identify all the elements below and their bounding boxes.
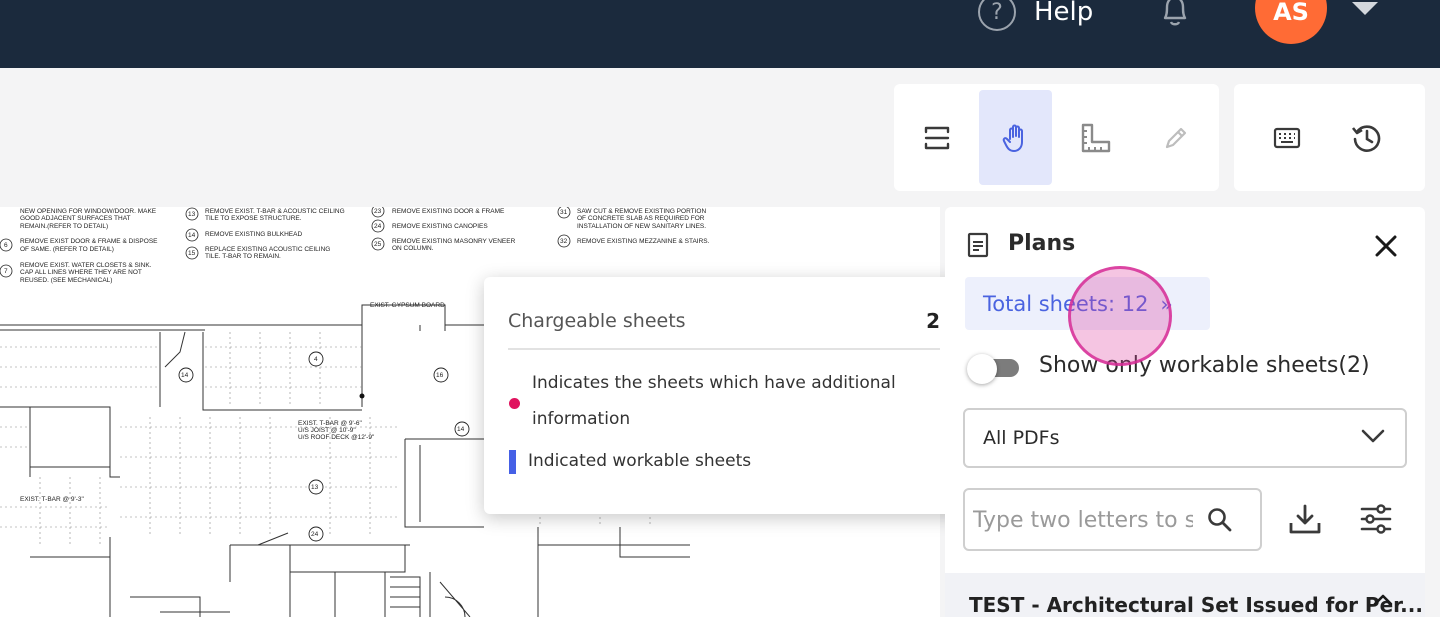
markup-pen-icon	[1165, 127, 1186, 148]
chargeable-sheets-popover: Chargeable sheets 2 Indicates the sheets…	[484, 277, 964, 514]
note-text: REMOVE EXISTING DOOR & FRAME	[392, 208, 505, 215]
note-text: ON COLUMN.	[392, 245, 434, 252]
note-text: OF SAME. (REFER TO DETAIL)	[20, 246, 114, 253]
additional-info-dot-icon	[509, 398, 520, 409]
note-text: REMOVE EXIST DOOR & FRAME & DISPOSE	[20, 238, 158, 245]
note-text: REMOVE EXISTING BULKHEAD	[205, 231, 302, 238]
measure-icon	[1081, 123, 1110, 152]
note-text: CAP ALL LINES WHERE THEY ARE NOT	[20, 269, 142, 276]
note-number: 23	[374, 208, 382, 215]
note-text: REMOVE EXIST. WATER CLOSETS & SINK.	[20, 262, 152, 269]
measure-tool-button[interactable]	[1059, 90, 1132, 185]
note-text: GOOD ADJACENT SURFACES THAT	[20, 215, 131, 222]
help-button[interactable]: ? Help	[978, 0, 1093, 32]
sheet-compare-icon	[924, 126, 949, 149]
note-number: 32	[560, 238, 568, 245]
drawing-tag: 13	[311, 484, 319, 491]
plan-set-header[interactable]: TEST - Architectural Set Issued for Per.…	[945, 573, 1425, 617]
note-text: REMOVE EXISTING CANOPIES	[392, 223, 488, 230]
chevron-up-icon	[1373, 594, 1393, 606]
drawing-tag: 14	[457, 426, 465, 433]
drawing-tag: 4	[314, 356, 318, 363]
popover-title: Chargeable sheets	[508, 310, 686, 332]
plan-set-title: TEST - Architectural Set Issued for Per.…	[969, 593, 1423, 617]
note-text: REUSED. (SEE MECHANICAL)	[20, 277, 112, 284]
search-input[interactable]	[973, 502, 1193, 538]
drawing-label: EXIST. T-BAR @ 9'-6"	[298, 420, 363, 427]
document-icon	[967, 232, 989, 258]
chargeable-count: 2	[926, 309, 940, 333]
bell-icon[interactable]	[1158, 0, 1192, 28]
drawing-tag: 16	[436, 372, 444, 379]
note-text: NEW OPENING FOR WINDOW/DOOR. MAKE	[20, 208, 157, 215]
view-tools-group	[894, 84, 1219, 191]
note-text: REMOVE EXISTING MEZZANINE & STAIRS.	[577, 238, 710, 245]
utility-tools-group	[1234, 84, 1425, 191]
hand-pan-icon	[1002, 124, 1023, 152]
sheet-search-box	[963, 488, 1262, 551]
compare-sheets-button[interactable]	[900, 90, 973, 185]
note-number: 15	[188, 250, 196, 257]
top-navigation-bar: ? Help AS	[0, 0, 1440, 68]
pan-tool-button[interactable]	[979, 90, 1052, 185]
workable-sheets-toggle[interactable]	[967, 354, 1025, 384]
click-highlight	[1068, 266, 1172, 366]
chevron-down-icon[interactable]	[1352, 2, 1378, 15]
note-number: 13	[188, 211, 196, 218]
drawing-label: U/S JOIST @ 10'-9"	[298, 427, 356, 434]
note-text: REMOVE EXIST. T-BAR & ACOUSTIC CEILING	[205, 208, 345, 215]
filter-settings-icon[interactable]	[1359, 503, 1393, 535]
note-text: TILE TO EXPOSE STRUCTURE.	[205, 215, 302, 222]
close-icon[interactable]	[1374, 234, 1398, 258]
note-number: 31	[560, 209, 568, 216]
panel-title: Plans	[1008, 231, 1076, 256]
legend-additional-info: Indicates the sheets which have addition…	[532, 373, 896, 429]
history-button[interactable]	[1330, 90, 1403, 185]
help-label: Help	[1034, 0, 1094, 27]
note-text: REMAIN.(REFER TO DETAIL)	[20, 223, 108, 230]
legend-workable: Indicated workable sheets	[528, 451, 752, 471]
plans-panel: Plans Total sheets: 12 » Show only worka…	[945, 207, 1425, 617]
note-text: REMOVE EXISTING MASONRY VENEER	[392, 238, 516, 245]
divider	[508, 348, 940, 350]
keyboard-icon	[1273, 127, 1300, 148]
drawing-tag: 24	[311, 531, 319, 538]
search-icon[interactable]	[1207, 507, 1233, 533]
note-number: 7	[4, 268, 8, 275]
note-text: REPLACE EXISTING ACOUSTIC CEILING	[205, 246, 330, 253]
download-icon[interactable]	[1288, 503, 1322, 535]
drawing-tag: 14	[181, 372, 189, 379]
chevron-down-icon	[1361, 429, 1385, 443]
note-number: 6	[4, 242, 8, 249]
note-text: INSTALLATION OF NEW SANITARY LINES.	[577, 223, 706, 230]
user-avatar[interactable]: AS	[1255, 0, 1327, 44]
note-number: 14	[188, 232, 196, 239]
note-text: SAW CUT & REMOVE EXISTING PORTION	[577, 208, 706, 215]
drawing-label: U/S ROOF DECK @12'-9"	[298, 434, 375, 441]
drawing-label: EXIST. GYPSUM BOARD	[370, 302, 445, 309]
select-value: All PDFs	[983, 427, 1060, 449]
note-text: TILE. T-BAR TO REMAIN.	[205, 253, 281, 260]
history-icon	[1351, 124, 1380, 152]
popover-header: Chargeable sheets 2	[508, 309, 940, 333]
workable-bar-icon	[509, 450, 516, 474]
workable-sheets-label: Show only workable sheets(2)	[1039, 353, 1370, 378]
markup-tool-button[interactable]	[1139, 90, 1212, 185]
toggle-knob	[967, 354, 997, 384]
keyboard-shortcuts-button[interactable]	[1250, 90, 1323, 185]
help-icon: ?	[978, 0, 1016, 31]
note-number: 25	[374, 241, 382, 248]
note-text: OF CONCRETE SLAB AS REQUIRED FOR	[577, 215, 705, 222]
note-number: 24	[374, 223, 382, 230]
drawing-label: EXIST. T-BAR @ 9'-3"	[20, 496, 85, 503]
pdf-filter-select[interactable]: All PDFs	[963, 408, 1407, 468]
